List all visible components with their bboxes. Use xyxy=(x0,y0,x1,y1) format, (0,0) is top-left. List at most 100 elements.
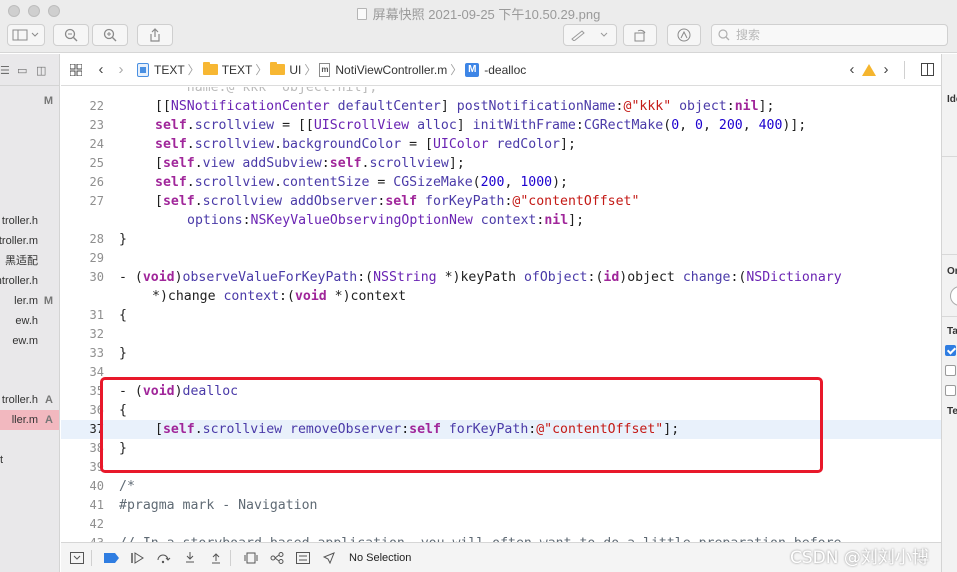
navigator-row[interactable]: troller.m xyxy=(0,231,59,251)
sidebar-toggle-button[interactable] xyxy=(7,24,45,46)
code-line[interactable]: 33} xyxy=(61,344,941,363)
memory-graph-icon[interactable] xyxy=(267,548,287,568)
breadcrumb-chevron-icon: 〉 xyxy=(187,63,200,77)
step-over-icon[interactable] xyxy=(154,548,174,568)
navigator-row[interactable]: M xyxy=(0,91,59,111)
code-line[interactable]: 25 [self.view addSubview:self.scrollview]… xyxy=(61,154,941,173)
step-into-icon[interactable] xyxy=(180,548,200,568)
breadcrumb-file[interactable]: m NotiViewController.m xyxy=(319,62,447,77)
code-line[interactable]: 24 self.scrollview.backgroundColor = [UIC… xyxy=(61,135,941,154)
zoom-in-button[interactable] xyxy=(92,24,128,46)
forward-arrow-icon[interactable]: › xyxy=(111,61,131,78)
method-icon: M xyxy=(465,62,480,77)
code-text: [self.view addSubview:self.scrollview]; xyxy=(155,156,465,171)
breadcrumb-folder[interactable]: UI xyxy=(270,62,301,77)
debug-selection-label: No Selection xyxy=(349,551,412,564)
rotate-button[interactable] xyxy=(623,24,657,46)
breadcrumb-method[interactable]: M -dealloc xyxy=(465,62,526,77)
view-hierarchy-icon[interactable] xyxy=(241,548,261,568)
navigator-row[interactable]: troller.h A xyxy=(0,390,59,410)
add-editor-icon[interactable] xyxy=(913,63,941,76)
navigator-row-selected[interactable]: ller.m A xyxy=(0,410,59,430)
search-icon xyxy=(718,29,730,41)
code-line[interactable]: 42 xyxy=(61,515,941,534)
project-icon xyxy=(137,62,149,77)
breadcrumb-chevron-icon: 〉 xyxy=(304,63,317,77)
divider xyxy=(942,316,957,317)
code-line[interactable]: 31{ xyxy=(61,306,941,325)
code-text: options:NSKeyValueObservingOptionNew con… xyxy=(187,213,585,228)
code-line[interactable]: 40/* xyxy=(61,477,941,496)
window-title: 屏幕快照 2021-09-25 下午10.50.29.png xyxy=(0,4,957,23)
code-line[interactable]: options:NSKeyValueObservingOptionNew con… xyxy=(61,211,941,230)
code-text: [[NSNotificationCenter defaultCenter] po… xyxy=(155,99,775,114)
tag-icon[interactable]: ▭ xyxy=(17,64,27,77)
environment-overrides-icon[interactable] xyxy=(293,548,313,568)
navigator-row[interactable]: ler.m M xyxy=(0,291,59,311)
markup-button[interactable] xyxy=(563,24,617,46)
zoom-out-button[interactable] xyxy=(53,24,89,46)
divider xyxy=(91,549,92,566)
annotate-button[interactable] xyxy=(667,24,701,46)
target-checkbox[interactable] xyxy=(945,365,956,376)
breadcrumb-group[interactable]: TEXT xyxy=(202,62,252,77)
code-text: [self.scrollview addObserver:self forKey… xyxy=(155,194,640,209)
divider xyxy=(942,156,957,157)
red-annotation-box xyxy=(100,377,823,473)
code-editor[interactable]: name:@"kkk" object:nil]; 22 [[NSNotificat… xyxy=(61,87,941,542)
next-issue-icon[interactable]: › xyxy=(876,61,896,78)
csdn-watermark: CSDN @刘刘小博 xyxy=(790,548,929,568)
continue-icon[interactable] xyxy=(128,548,148,568)
code-line[interactable]: 26 self.scrollview.contentSize = CGSizeMa… xyxy=(61,173,941,192)
code-line[interactable]: 27 [self.scrollview addObserver:self forK… xyxy=(61,192,941,211)
warning-icon[interactable] xyxy=(862,63,876,76)
comment-icon[interactable]: ◫ xyxy=(36,64,46,77)
search-field[interactable] xyxy=(711,24,948,46)
search-input[interactable] xyxy=(736,28,916,42)
navigator-row[interactable]: troller.h xyxy=(0,211,59,231)
pen-icon xyxy=(571,30,608,41)
navigator-row[interactable]: 黑适配 xyxy=(0,251,59,271)
markup-circle-icon xyxy=(677,28,691,42)
navigator-row[interactable]: ew.m xyxy=(0,331,59,351)
navigator-row[interactable]: t xyxy=(0,450,59,470)
target-checkbox[interactable] xyxy=(945,345,956,356)
breadcrumb-project[interactable]: TEXT xyxy=(137,62,185,77)
divider xyxy=(904,60,905,79)
code-text: self.scrollview = [[UIScrollView alloc] … xyxy=(155,118,807,133)
code-line[interactable]: 41 #pragma mark - Navigation xyxy=(61,496,941,515)
code-line[interactable]: 43// In a storyboard-based application, … xyxy=(61,534,941,542)
objc-file-icon: m xyxy=(319,62,331,77)
breadcrumb-chevron-icon: 〉 xyxy=(255,63,268,77)
hide-debug-area-icon[interactable] xyxy=(67,548,87,568)
code-line[interactable]: 32 xyxy=(61,325,941,344)
code-line[interactable]: 23 self.scrollview = [[UIScrollView alloc… xyxy=(61,116,941,135)
inspector-field[interactable] xyxy=(950,286,957,306)
navigator-filter-bar: ☰ ▭ ◫ xyxy=(0,54,59,86)
target-checkbox[interactable] xyxy=(945,385,956,396)
code-text: - (void)observeValueForKeyPath:(NSString… xyxy=(119,270,842,285)
breadcrumb-chevron-icon: 〉 xyxy=(450,63,463,77)
navigator-row[interactable]: ew.h xyxy=(0,311,59,331)
share-icon xyxy=(150,28,160,42)
code-line[interactable]: name:@"kkk" object:nil]; xyxy=(61,87,941,97)
breakpoints-icon[interactable] xyxy=(102,548,122,568)
code-line[interactable]: 30- (void)observeValueForKeyPath:(NSStri… xyxy=(61,268,941,287)
rotate-icon xyxy=(634,29,646,42)
navigator-row[interactable]: ntroller.h xyxy=(0,271,59,291)
code-text: *)change context:(void *)context xyxy=(152,289,407,304)
list-icon[interactable]: ☰ xyxy=(0,64,10,77)
document-icon xyxy=(356,8,367,20)
code-line[interactable]: 28} xyxy=(61,230,941,249)
related-items-grid-icon[interactable] xyxy=(61,63,91,76)
back-arrow-icon[interactable]: ‹ xyxy=(91,61,111,78)
project-navigator: ☰ ▭ ◫ M troller.h troller.m 黑适配 ntroller… xyxy=(0,54,60,572)
divider xyxy=(942,254,957,255)
simulate-location-icon[interactable] xyxy=(319,548,339,568)
previous-issue-icon[interactable]: ‹ xyxy=(842,61,862,78)
code-line[interactable]: *)change context:(void *)context xyxy=(61,287,941,306)
step-out-icon[interactable] xyxy=(206,548,226,568)
share-button[interactable] xyxy=(137,24,173,46)
code-line[interactable]: 29 xyxy=(61,249,941,268)
code-line[interactable]: 22 [[NSNotificationCenter defaultCenter] … xyxy=(61,97,941,116)
